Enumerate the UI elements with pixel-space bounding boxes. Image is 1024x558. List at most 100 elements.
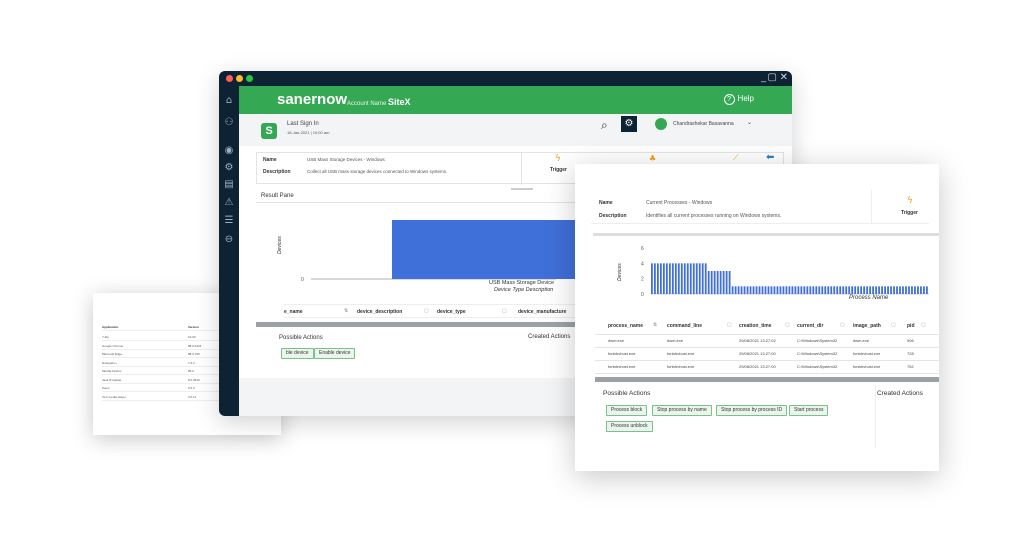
chart-bar[interactable] xyxy=(830,286,833,294)
chart-bar[interactable] xyxy=(752,286,755,294)
splitter-handle[interactable] xyxy=(511,188,533,190)
chart-bar[interactable] xyxy=(779,286,782,294)
chart-bar[interactable] xyxy=(809,286,812,294)
maximize-icon[interactable]: ▢ xyxy=(768,72,777,83)
chart-bar[interactable] xyxy=(914,286,916,294)
chart-bar[interactable] xyxy=(836,286,839,294)
hierarchy-icon[interactable]: ♣ xyxy=(649,154,656,163)
chart-bar[interactable] xyxy=(692,263,695,294)
chart-bar[interactable] xyxy=(689,263,692,294)
column-header-image-path[interactable]: image_path xyxy=(853,323,881,329)
chart-bar[interactable] xyxy=(884,286,886,294)
chart-bar[interactable] xyxy=(908,286,910,294)
chart-bar[interactable] xyxy=(737,286,740,294)
chart-bar[interactable] xyxy=(785,286,788,294)
horizontal-scrollbar[interactable] xyxy=(256,322,586,327)
chart-bar[interactable] xyxy=(668,263,671,294)
chart-bar[interactable] xyxy=(392,220,576,279)
filter-icon[interactable]: ▢ xyxy=(840,322,845,328)
start-process-button[interactable]: Start process xyxy=(789,405,829,416)
chart-bar[interactable] xyxy=(848,286,851,294)
chart-bar[interactable] xyxy=(887,286,889,294)
chart-bar[interactable] xyxy=(911,286,913,294)
chart-bar[interactable] xyxy=(749,286,752,294)
user-name[interactable]: Chandrashekar Basavanna xyxy=(673,121,734,127)
chart-bar[interactable] xyxy=(773,286,776,294)
chart-bar[interactable] xyxy=(674,263,677,294)
chart-bar[interactable] xyxy=(788,286,791,294)
chart-bar[interactable] xyxy=(860,286,863,294)
column-header-process-name[interactable]: process_name xyxy=(608,323,643,329)
network-icon[interactable]: ⚇ xyxy=(222,116,236,130)
chart-bar[interactable] xyxy=(707,271,710,294)
chart-bar[interactable] xyxy=(827,286,830,294)
chart-bar[interactable] xyxy=(869,286,872,294)
chart-bar[interactable] xyxy=(893,286,895,294)
chart-bar[interactable] xyxy=(680,263,683,294)
filter-icon[interactable]: ▢ xyxy=(921,322,926,328)
help-link[interactable]: ? Help xyxy=(723,94,754,105)
minimize-dot[interactable] xyxy=(236,75,243,82)
chart-bar[interactable] xyxy=(719,271,722,294)
chart-bar[interactable] xyxy=(791,286,794,294)
chart-bar[interactable] xyxy=(851,286,854,294)
chart-bar[interactable] xyxy=(761,286,764,294)
chart-bar[interactable] xyxy=(677,263,680,294)
splitter-bar[interactable] xyxy=(593,233,939,236)
column-header-device-type[interactable]: device_type xyxy=(437,309,466,315)
column-header-device-name[interactable]: e_name xyxy=(284,309,303,315)
chart-bar[interactable] xyxy=(656,263,659,294)
chart-bar[interactable] xyxy=(662,263,665,294)
gear-icon[interactable]: ⚙ xyxy=(222,161,236,175)
chart-bar[interactable] xyxy=(704,263,707,294)
search-icon[interactable]: ⌕ xyxy=(601,118,608,133)
trigger-label[interactable]: Trigger xyxy=(550,167,567,173)
chart-bar[interactable] xyxy=(651,263,653,294)
logout-icon[interactable]: ⊖ xyxy=(222,233,236,247)
chart-bar[interactable] xyxy=(653,263,656,294)
chart-bar[interactable] xyxy=(755,286,758,294)
chart-bar[interactable] xyxy=(725,271,728,294)
chart-bar[interactable] xyxy=(902,286,904,294)
chart-bar[interactable] xyxy=(782,286,785,294)
chart-bar[interactable] xyxy=(794,286,797,294)
report-icon[interactable]: ▤ xyxy=(222,178,236,192)
chart-bar[interactable] xyxy=(659,263,662,294)
chart-bar[interactable] xyxy=(821,286,824,294)
user-avatar[interactable] xyxy=(655,118,667,130)
column-header-command-line[interactable]: command_line xyxy=(667,323,702,329)
chart-bar[interactable] xyxy=(683,263,686,294)
chart-bar[interactable] xyxy=(806,286,809,294)
chart-bar[interactable] xyxy=(767,286,770,294)
stop-process-by-name-button[interactable]: Stop process by name xyxy=(652,405,712,416)
column-header-device-manufacture[interactable]: device_manufacture xyxy=(518,309,566,315)
chart-bar[interactable] xyxy=(926,286,928,294)
chart-bar[interactable] xyxy=(920,286,922,294)
chart-bar[interactable] xyxy=(695,263,698,294)
chart-bar[interactable] xyxy=(899,286,901,294)
chart-bar[interactable] xyxy=(818,286,821,294)
chart-bar[interactable] xyxy=(875,286,877,294)
column-header-current-dir[interactable]: current_dir xyxy=(797,323,823,329)
chart-bar[interactable] xyxy=(857,286,860,294)
wand-icon[interactable]: ⟋ xyxy=(733,153,739,163)
chart-bar[interactable] xyxy=(770,286,773,294)
chart-bar[interactable] xyxy=(731,286,734,294)
close-dot[interactable] xyxy=(226,75,233,82)
chart-bar[interactable] xyxy=(839,286,842,294)
chart-bar[interactable] xyxy=(722,271,725,294)
chart-bar[interactable] xyxy=(698,263,701,294)
chart-bar[interactable] xyxy=(896,286,898,294)
chart-bar[interactable] xyxy=(917,286,919,294)
chart-bar[interactable] xyxy=(833,286,836,294)
chart-bar[interactable] xyxy=(905,286,907,294)
chart-bar[interactable] xyxy=(740,286,743,294)
horizontal-scrollbar[interactable] xyxy=(595,377,939,382)
chart-bar[interactable] xyxy=(665,263,668,294)
sort-icon[interactable]: ⇅ xyxy=(653,322,657,328)
trigger-label[interactable]: Trigger xyxy=(901,210,918,216)
filter-icon[interactable]: ▢ xyxy=(785,322,790,328)
filter-icon[interactable]: ▢ xyxy=(502,308,507,314)
chart-bar[interactable] xyxy=(923,286,925,294)
stop-process-by-id-button[interactable]: Stop process by process ID xyxy=(716,405,788,416)
